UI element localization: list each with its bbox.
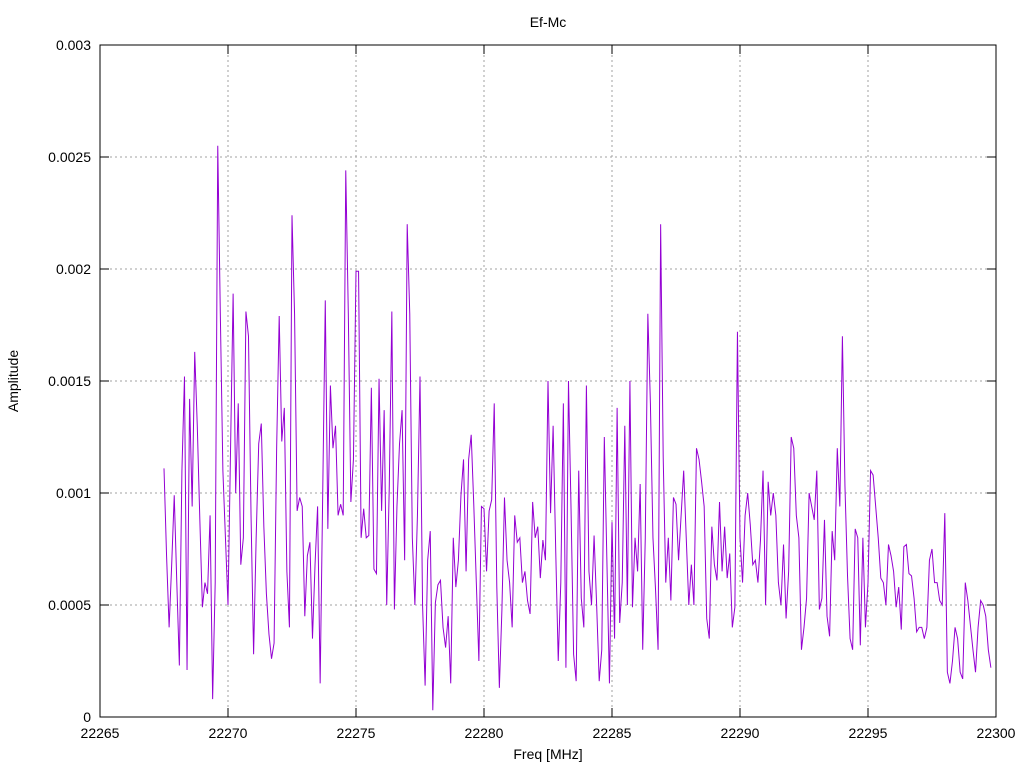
y-tick-label: 0.0005 (48, 597, 91, 613)
x-tick-label: 22265 (81, 725, 120, 741)
x-tick-label: 22270 (209, 725, 248, 741)
chart-title: Ef-Mc (530, 14, 567, 30)
x-axis-label: Freq [MHz] (513, 746, 582, 762)
series-layer (163, 145, 992, 711)
x-tick-label: 22290 (721, 725, 760, 741)
series-line-0 (163, 145, 992, 711)
y-tick-label: 0.0025 (48, 149, 91, 165)
x-tick-label: 22275 (337, 725, 376, 741)
y-tick-labels: 0 0.0005 0.001 0.0015 0.002 0.0025 0.003 (48, 37, 91, 725)
x-tick-label: 22280 (465, 725, 504, 741)
x-tick-label: 22295 (849, 725, 888, 741)
y-tick-label: 0.001 (56, 485, 91, 501)
y-tick-label: 0.002 (56, 261, 91, 277)
y-tick-label: 0 (83, 709, 91, 725)
y-tick-label: 0.003 (56, 37, 91, 53)
x-tick-label: 22285 (593, 725, 632, 741)
y-tick-label: 0.0015 (48, 373, 91, 389)
x-tick-labels: 22265 22270 22275 22280 22285 22290 22295 22300 (81, 725, 1016, 741)
chart: 0 0.0005 0.001 0.0015 0.002 0.0025 0.003 22265… (5, 14, 1016, 762)
x-tick-label: 22300 (977, 725, 1016, 741)
y-axis-label: Amplitude (5, 350, 21, 412)
